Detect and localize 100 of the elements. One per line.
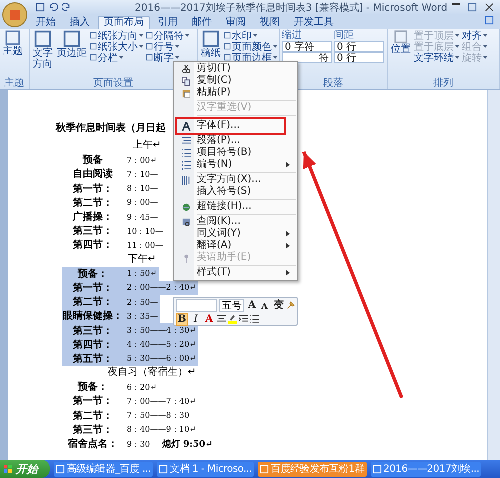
ribbon-button[interactable]: 水印 xyxy=(224,30,278,41)
undo-icon xyxy=(49,3,58,12)
close-icon xyxy=(485,3,494,12)
paragraph-icon xyxy=(182,136,190,146)
period-label: 第四节： xyxy=(72,238,114,252)
indent-field[interactable]: 0 字符 xyxy=(282,41,332,52)
ribbon-button[interactable]: 页边距 xyxy=(56,30,88,78)
submenu-arrow-icon xyxy=(286,162,290,168)
ribbon-tab[interactable]: 页面布局 xyxy=(98,16,150,29)
menu-item[interactable]: 复制(C) xyxy=(175,75,296,87)
menu-item[interactable]: 插入符号(S) xyxy=(175,186,296,198)
ribbon-button[interactable]: 页面颜色 xyxy=(224,41,278,52)
caret-icon xyxy=(139,34,144,38)
redo-icon xyxy=(62,3,71,12)
period-label: 第三节： xyxy=(72,324,114,338)
period-label: 第四节： xyxy=(72,338,114,352)
font-name-field[interactable] xyxy=(176,299,218,312)
menu-item[interactable]: 编号(N) xyxy=(175,159,296,171)
group-label: 页面设置 xyxy=(94,78,134,89)
ribbon-button[interactable]: 行号 xyxy=(146,41,190,52)
time-text: 8：40——9：10↵ xyxy=(127,424,196,436)
spacing-field[interactable]: 0 行 xyxy=(334,52,384,63)
globe-icon xyxy=(182,202,190,212)
spacing-label: 间距 xyxy=(334,30,355,41)
ribbon-button[interactable]: 分隔符 xyxy=(146,30,190,41)
taskbar-button[interactable]: 高级编辑器_百度 ... xyxy=(54,462,154,476)
caret-icon xyxy=(119,56,124,60)
period-label: 第三节： xyxy=(72,224,114,238)
format-button[interactable]: B xyxy=(176,313,188,326)
period-label: 第二节： xyxy=(72,196,114,210)
ribbon-button[interactable]: 分栏 xyxy=(90,52,144,63)
period-label: 第一节： xyxy=(72,394,114,408)
period-label: 自由阅读 xyxy=(72,168,114,182)
format-button[interactable]: A xyxy=(203,313,216,326)
caret-icon xyxy=(273,44,278,48)
period-label: 眼睛保健操： xyxy=(62,310,124,324)
caret-icon xyxy=(483,34,488,38)
indent-field[interactable]: 符 xyxy=(282,52,332,63)
font-size-field[interactable]: 五号 xyxy=(219,299,244,312)
ribbon-tab[interactable]: 邮件 xyxy=(186,16,218,29)
format-button[interactable]: I xyxy=(190,313,202,326)
format-button[interactable]: A xyxy=(259,299,270,312)
time-text: 11：00— xyxy=(127,240,164,251)
menu-item[interactable]: 超链接(H)... xyxy=(175,201,296,213)
ribbon-tab[interactable]: 插入 xyxy=(64,16,96,29)
caret-icon xyxy=(455,44,460,48)
menu-item[interactable]: 查阅(K)... xyxy=(175,216,296,228)
copy-icon xyxy=(182,76,190,86)
menu-item[interactable]: 剪切(T) xyxy=(175,63,296,75)
ribbon-tab[interactable]: 开发工具 xyxy=(288,16,340,29)
ribbon-button[interactable]: 文字方向 xyxy=(32,30,54,78)
font-icon xyxy=(182,122,190,130)
time-text: 7：00——7：40↵ xyxy=(127,396,196,407)
numbered-list-icon xyxy=(182,160,190,170)
format-button[interactable]: 变 xyxy=(272,299,286,312)
time-text: 8：10— xyxy=(127,183,158,194)
ribbon-tab[interactable]: 视图 xyxy=(254,16,286,29)
time-text: 4：40——5：20↵ xyxy=(127,339,196,350)
format-button[interactable]: A xyxy=(246,299,258,312)
time-text: 9：45— xyxy=(127,212,158,223)
ribbon-tab[interactable]: 开始 xyxy=(30,16,62,29)
menu-item[interactable]: 文字方向(X)... xyxy=(175,174,296,186)
period-label: 预备： xyxy=(76,268,109,281)
theme-button[interactable]: 主题 xyxy=(2,30,24,78)
time-text: 3：35— xyxy=(127,310,158,322)
ribbon-button[interactable]: 对齐 xyxy=(462,30,488,41)
ribbon-button[interactable]: 文字环绕 xyxy=(414,52,460,63)
menu-item[interactable]: 翻译(A) xyxy=(175,240,296,252)
period-label: 第二节： xyxy=(72,410,114,423)
indent-label: 缩进 xyxy=(282,30,303,41)
period-label: 第一节： xyxy=(72,182,114,196)
period-label: 第五节： xyxy=(72,352,114,366)
menu-item[interactable]: 粘贴(P) xyxy=(175,87,296,99)
ribbon-button[interactable]: 断字 xyxy=(146,52,190,63)
period-label: 第二节： xyxy=(72,296,114,310)
period-label: 宿舍点名： xyxy=(67,437,119,452)
menu-item[interactable]: 段落(P)... xyxy=(175,135,296,147)
menu-item[interactable]: 同义词(Y) xyxy=(175,228,296,240)
ribbon-button[interactable]: 位置 xyxy=(390,30,412,78)
period-label: 第三节： xyxy=(72,424,114,437)
taskbar-button[interactable]: 2016——2017刘埃... xyxy=(370,462,482,476)
menu-item[interactable]: 样式(T) xyxy=(175,267,296,279)
scissors-icon xyxy=(182,64,190,74)
caret-icon xyxy=(455,56,460,60)
lights-out-text: 熄灯 9:50↵ xyxy=(162,438,214,451)
spacing-field[interactable]: 0 行 xyxy=(334,41,384,52)
caret-icon xyxy=(139,44,144,48)
ribbon-button[interactable]: 纸张大小 xyxy=(90,41,144,52)
align-center-icon xyxy=(217,315,226,324)
period-label: 预备 xyxy=(82,154,104,168)
ribbon-button[interactable]: 纸张方向 xyxy=(90,30,144,41)
time-text: 7：50——8：30 xyxy=(127,410,190,422)
ribbon-tab[interactable]: 审阅 xyxy=(220,16,252,29)
taskbar-button[interactable]: 文档 1 - Microso... xyxy=(157,462,254,476)
time-text: 1：50↵ xyxy=(127,268,157,280)
window-title: 2016——2017刘埃子秋季作息时间表3 [兼容模式] - Microsoft Word xyxy=(135,2,448,14)
menu-item[interactable]: 项目符号(B) xyxy=(175,147,296,159)
group-label: 排列 xyxy=(434,78,454,89)
ribbon-tab[interactable]: 引用 xyxy=(152,16,184,29)
menu-item[interactable]: 字体(F)... xyxy=(175,120,296,132)
